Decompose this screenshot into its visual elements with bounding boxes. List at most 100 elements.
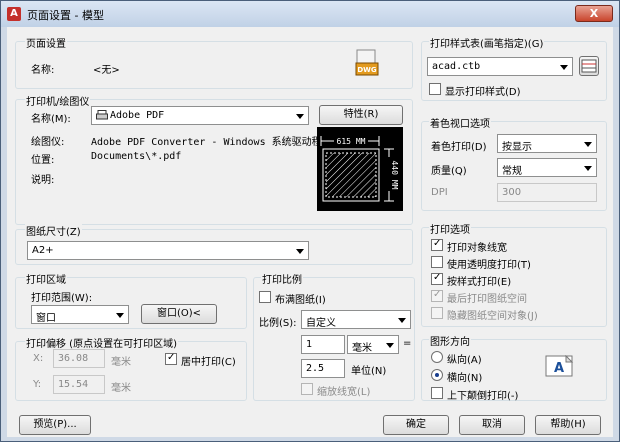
fit-to-paper-checkbox[interactable] (259, 291, 271, 303)
offset-y-label: Y: (33, 379, 42, 390)
plot-range-value: 窗口 (36, 313, 56, 324)
printer-icon (96, 110, 108, 120)
edit-table-icon (581, 59, 597, 73)
cancel-button[interactable]: 取消 (459, 415, 525, 435)
page-setup-name-value: <无> (93, 65, 120, 76)
location-label: 位置: (31, 155, 55, 166)
description-label: 说明: (31, 175, 55, 186)
help-button[interactable]: 帮助(H) (535, 415, 601, 435)
offset-y-input[interactable]: 15.54 (53, 375, 105, 394)
page-setup-name-label: 名称: (31, 65, 55, 76)
scale-equals: = (403, 338, 412, 349)
shade-plot-value: 按显示 (502, 142, 532, 153)
portrait-label: 纵向(A) (447, 355, 482, 366)
paper-preview-drawing: 615 MM 440 MM (320, 136, 399, 202)
dpi-input[interactable]: 300 (497, 183, 597, 202)
scale-lineweights-label: 缩放线宽(L) (317, 387, 371, 398)
plot-area-heading: 打印区域 (25, 271, 67, 286)
printer-properties-button[interactable]: 特性(R) (319, 105, 403, 125)
page-setup-heading: 页面设置 (25, 35, 67, 50)
quality-label: 质量(Q) (431, 166, 467, 177)
dpi-label: DPI (431, 187, 448, 198)
upside-down-checkbox[interactable] (431, 387, 443, 399)
landscape-label: 横向(N) (447, 373, 483, 384)
chevron-down-icon (113, 308, 126, 321)
plot-paperspace-last-checkbox[interactable] (431, 289, 443, 302)
svg-text:A: A (554, 361, 564, 376)
paper-size-value: A2+ (32, 245, 54, 256)
plot-range-label: 打印范围(W): (31, 293, 93, 304)
plot-lineweights-label: 打印对象线宽 (447, 243, 507, 254)
chevron-down-icon (395, 313, 408, 326)
plot-style-value: acad.ctb (432, 61, 481, 72)
plot-scale-heading: 打印比例 (261, 271, 303, 286)
plotter-label: 绘图仪: (31, 137, 65, 148)
plot-transparency-checkbox[interactable] (431, 256, 443, 268)
plot-range-select[interactable]: 窗口 (31, 305, 129, 324)
center-plot-label: 居中打印(C) (181, 357, 236, 368)
preview-width-label: 615 MM (337, 137, 366, 146)
dwg-file-icon: DWG (355, 49, 379, 76)
edit-plot-style-button[interactable] (579, 56, 599, 76)
chevron-down-icon (383, 338, 396, 351)
plot-paperspace-last-label: 最后打印图纸空间 (447, 294, 527, 305)
printer-name-label: 名称(M): (31, 114, 71, 125)
location-value: Documents\*.pdf (91, 151, 182, 162)
scale-select[interactable]: 自定义 (301, 310, 411, 329)
scale-unit-value: 毫米 (352, 343, 372, 354)
plot-style-heading: 打印样式表(画笔指定)(G) (429, 35, 545, 50)
preview-height-label: 440 MM (390, 161, 399, 190)
plot-style-select[interactable]: acad.ctb (427, 57, 573, 76)
shade-plot-label: 着色打印(D) (431, 142, 487, 153)
plot-with-styles-checkbox[interactable] (431, 272, 443, 285)
scale-value1-input[interactable]: 1 (301, 335, 345, 354)
upside-down-label: 上下颠倒打印(-) (447, 391, 519, 402)
chevron-down-icon (293, 244, 306, 257)
window-title: 页面设置 - 模型 (27, 9, 104, 22)
printer-heading: 打印机/绘图仪 (25, 93, 91, 108)
display-plot-styles-checkbox[interactable] (429, 83, 441, 95)
landscape-orientation-icon: A (545, 355, 574, 377)
scale-value2-input[interactable]: 2.5 (301, 359, 345, 378)
offset-x-input[interactable]: 36.08 (53, 349, 105, 368)
title-bar: A 页面设置 - 模型 X (1, 1, 619, 27)
quality-value: 常规 (502, 166, 522, 177)
ok-button[interactable]: 确定 (383, 415, 449, 435)
plot-lineweights-checkbox[interactable] (431, 238, 443, 251)
plot-offset-group (15, 341, 247, 401)
offset-y-unit: 毫米 (111, 383, 131, 394)
hide-paperspace-objects-checkbox[interactable] (431, 307, 443, 319)
display-plot-styles-label: 显示打印样式(D) (445, 87, 521, 98)
plotter-value: Adobe PDF Converter - Windows 系统驱动程... (91, 137, 340, 148)
quality-select[interactable]: 常规 (497, 158, 597, 177)
plot-options-heading: 打印选项 (429, 221, 471, 236)
portrait-radio[interactable] (431, 351, 443, 363)
scale-label: 比例(S): (259, 318, 297, 329)
printer-name-select[interactable]: Adobe PDF (91, 106, 309, 125)
scale-units-label: 单位(N) (351, 366, 387, 377)
close-button[interactable]: X (575, 5, 613, 22)
chevron-down-icon (293, 109, 306, 122)
shaded-viewport-heading: 着色视口选项 (429, 115, 491, 130)
paper-size-heading: 图纸尺寸(Z) (25, 223, 82, 238)
offset-x-label: X: (33, 353, 44, 364)
offset-x-unit: 毫米 (111, 357, 131, 368)
paper-size-select[interactable]: A2+ (27, 241, 309, 260)
window-pick-button[interactable]: 窗口(O)< (141, 304, 217, 324)
paper-preview: 615 MM 440 MM (317, 127, 403, 211)
scale-lineweights-checkbox[interactable] (301, 383, 313, 395)
svg-text:DWG: DWG (357, 66, 377, 74)
page-setup-group (15, 41, 413, 89)
hide-paperspace-objects-label: 隐藏图纸空间对象(J) (447, 311, 538, 322)
preview-button[interactable]: 预览(P)... (19, 415, 91, 435)
center-plot-checkbox[interactable] (165, 352, 177, 365)
landscape-radio[interactable] (431, 369, 443, 381)
autocad-app-icon: A (7, 7, 21, 21)
scale-unit-select[interactable]: 毫米 (347, 335, 399, 354)
shade-plot-select[interactable]: 按显示 (497, 134, 597, 153)
page-setup-dialog: A 页面设置 - 模型 X 页面设置 名称: <无> DWG 打印机/绘图仪 名… (0, 0, 620, 442)
plot-with-styles-label: 按样式打印(E) (447, 277, 512, 288)
dialog-client: 页面设置 名称: <无> DWG 打印机/绘图仪 名称(M): Adobe PD… (7, 27, 613, 437)
chevron-down-icon (581, 137, 594, 150)
plot-transparency-label: 使用透明度打印(T) (447, 260, 531, 271)
